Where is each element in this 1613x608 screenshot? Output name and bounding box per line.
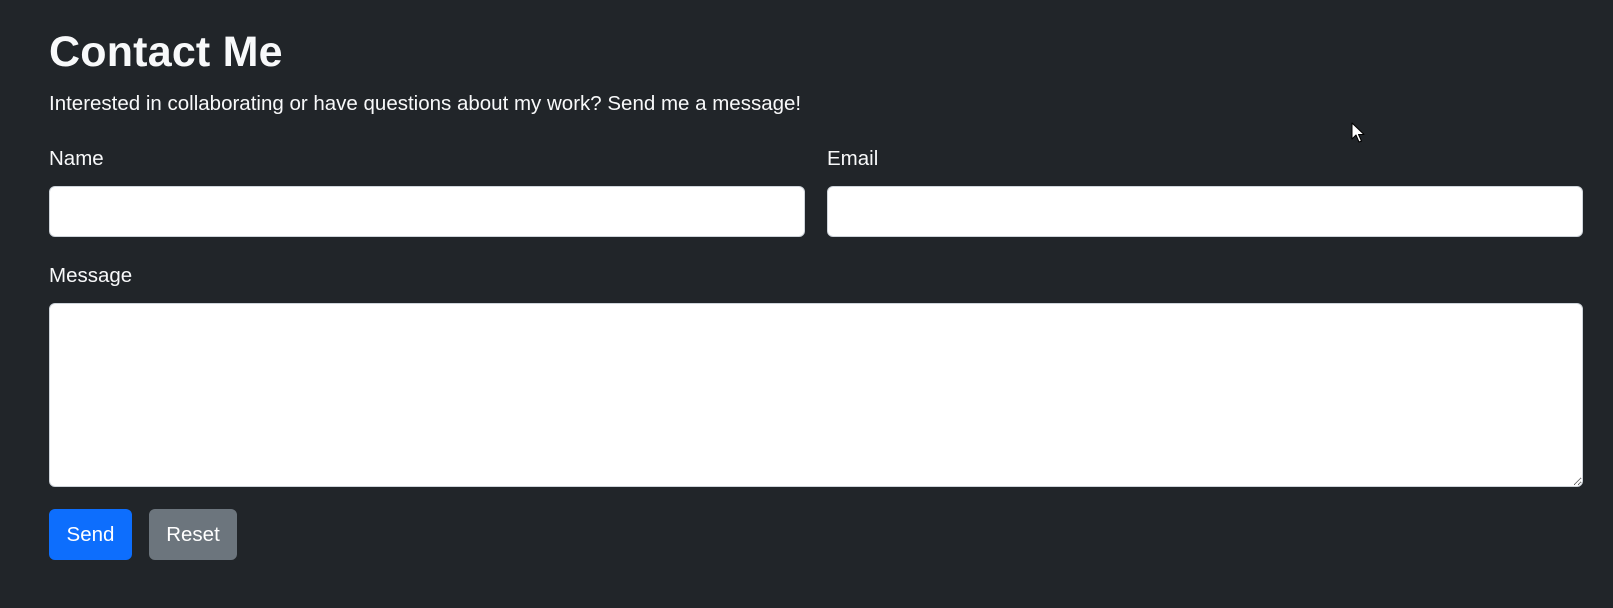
- send-button[interactable]: Send: [49, 509, 132, 560]
- email-input[interactable]: [827, 186, 1583, 237]
- page-title: Contact Me: [49, 28, 283, 76]
- mouse-pointer-icon: [1351, 122, 1365, 143]
- name-input[interactable]: [49, 186, 805, 237]
- message-label: Message: [49, 264, 133, 287]
- name-label: Name: [49, 147, 104, 170]
- reset-button[interactable]: Reset: [149, 509, 237, 560]
- lead-text: Interested in collaborating or have ques…: [49, 92, 802, 115]
- email-label: Email: [827, 147, 879, 170]
- message-textarea[interactable]: [49, 303, 1583, 487]
